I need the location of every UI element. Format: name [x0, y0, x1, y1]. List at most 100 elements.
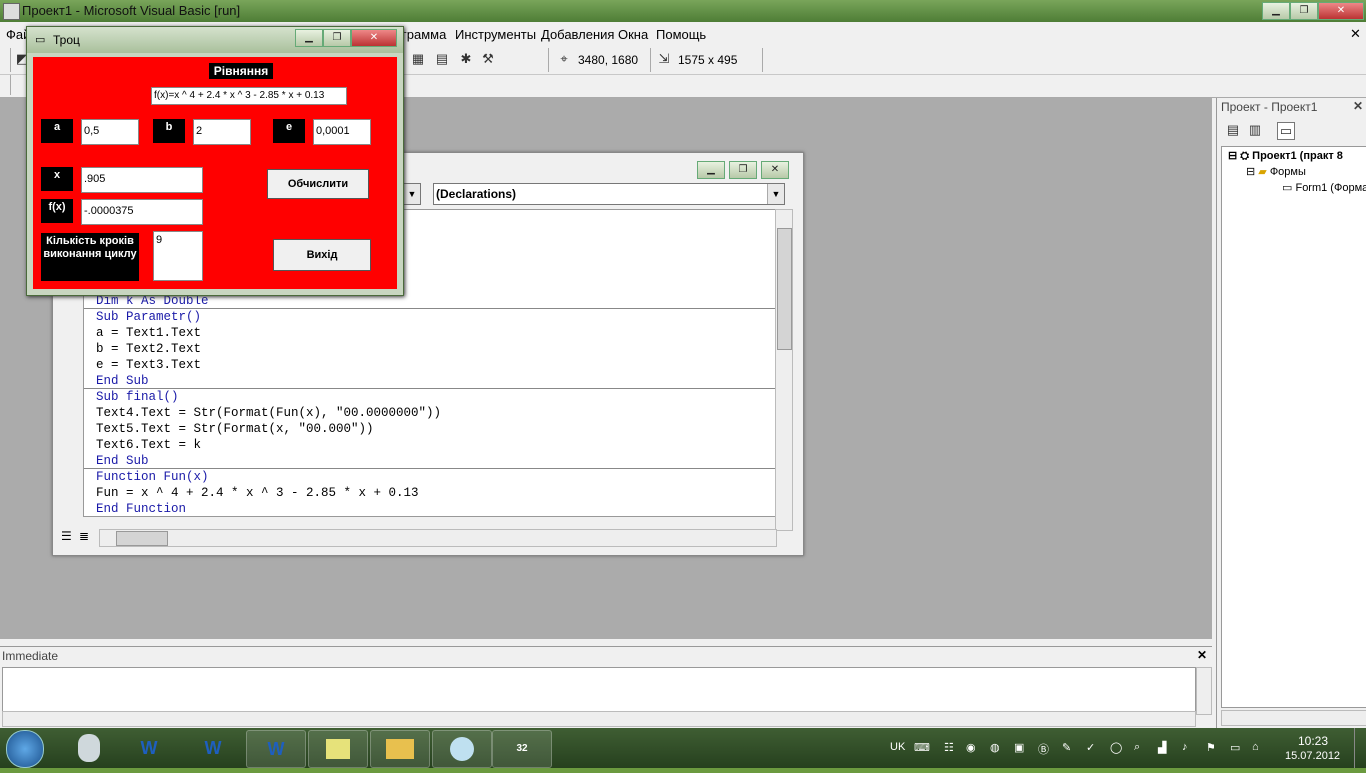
chrome-icon[interactable]: ◍ — [990, 741, 1000, 754]
code-close-button[interactable]: ✕ — [761, 161, 789, 179]
explorer-icon[interactable] — [370, 730, 430, 768]
project-tree: ⊟ ⛭ Проект1 (практ 8 ⊟ ▰ Формы ▭ Form1 (… — [1221, 146, 1366, 708]
word-icon[interactable]: W — [246, 730, 306, 768]
full-module-view-icon[interactable]: ≣ — [79, 529, 89, 543]
menu-addins[interactable]: Добавления — [541, 27, 614, 42]
toolbox-icon[interactable]: ✱ — [458, 51, 474, 67]
immediate-close-icon[interactable]: ✕ — [1197, 648, 1207, 662]
equation-label: f(x)=x ^ 4 + 2.4 * x ^ 3 - 2.85 * x + 0.… — [151, 87, 347, 105]
immediate-input[interactable] — [2, 667, 1196, 713]
immediate-title: Immediate — [2, 649, 59, 663]
menu-help[interactable]: Помощь — [656, 27, 706, 42]
object-browser-icon[interactable]: ▤ — [434, 51, 450, 67]
form-body: Рівняння f(x)=x ^ 4 + 2.4 * x ^ 3 - 2.85… — [33, 57, 397, 289]
folder-icon — [386, 739, 414, 759]
chevron-down-icon[interactable]: ▼ — [767, 184, 784, 204]
code-line: e = Text3.Text — [96, 358, 202, 372]
clock-date[interactable]: 15.07.2012 — [1285, 750, 1340, 762]
input-b[interactable]: 2 — [193, 119, 251, 145]
language-indicator[interactable]: UK — [890, 741, 905, 753]
view-object-icon[interactable]: ▥ — [1247, 122, 1263, 138]
label-x: x — [41, 167, 73, 191]
code-line: End Sub — [96, 374, 149, 388]
signal-icon[interactable]: ▟ — [1158, 741, 1166, 754]
start-button[interactable] — [6, 730, 44, 768]
code-hscrollbar[interactable] — [99, 529, 777, 547]
vk-icon[interactable]: Ⓑ — [1038, 741, 1049, 757]
tree-item-form1[interactable]: ▭ Form1 (Форма — [1282, 181, 1366, 194]
sticky-notes-icon[interactable] — [308, 730, 368, 768]
form-window: ▭ Троц ▁ ❐ ✕ Рівняння f(x)=x ^ 4 + 2.4 *… — [26, 26, 404, 296]
procedure-combo[interactable]: (Declarations) ▼ — [433, 183, 785, 205]
clock-time[interactable]: 10:23 — [1298, 734, 1328, 748]
app-icon[interactable] — [3, 3, 20, 20]
code-line: Text6.Text = k — [96, 438, 202, 452]
word-icon[interactable]: W — [184, 730, 242, 766]
input-a[interactable]: 0,5 — [81, 119, 139, 145]
menu-program[interactable]: грамма — [402, 27, 446, 42]
immediate-vscrollbar[interactable] — [1196, 667, 1212, 715]
vb6-label: 32 — [516, 743, 528, 754]
tree-item-forms[interactable]: ⊟ ▰ Формы — [1246, 165, 1306, 178]
output-steps[interactable]: 9 — [153, 231, 203, 281]
form-maximize-button[interactable]: ❐ — [323, 29, 351, 47]
keyboard-icon[interactable]: ⌨ — [914, 741, 930, 754]
code-line: Sub Parametr() — [96, 310, 202, 324]
compute-button[interactable]: Обчислити — [267, 169, 369, 199]
tree-item-project[interactable]: ⊟ ⛭ Проект1 (практ 8 — [1228, 149, 1343, 163]
form-icon[interactable]: ▭ — [35, 33, 45, 46]
volume-icon[interactable]: ♪ — [1182, 741, 1188, 753]
paint-icon[interactable] — [432, 730, 492, 768]
mic-icon[interactable]: ⌕ — [1134, 741, 1140, 754]
output-fx[interactable]: -.0000375 — [81, 199, 203, 225]
word-icon[interactable]: W — [120, 730, 178, 766]
exit-button[interactable]: Вихід — [273, 239, 371, 271]
scroll-thumb[interactable] — [116, 531, 168, 546]
minimize-button[interactable]: ▁ — [1262, 2, 1290, 20]
immediate-hscrollbar[interactable] — [2, 711, 1196, 727]
form-close-button[interactable]: ✕ — [351, 29, 397, 47]
code-vscrollbar[interactable] — [775, 209, 793, 531]
position-readout: 3480, 1680 — [578, 53, 639, 67]
code-minimize-button[interactable]: ▁ — [697, 161, 725, 179]
code-line: End Function — [96, 502, 187, 516]
wand-icon[interactable]: ✎ — [1062, 741, 1071, 754]
tools-icon[interactable]: ⚒ — [480, 51, 496, 67]
input-e[interactable]: 0,0001 — [313, 119, 371, 145]
mdi-close-icon[interactable]: ✕ — [1350, 26, 1361, 42]
scroll-thumb[interactable] — [777, 228, 792, 350]
chevron-down-icon[interactable]: ▼ — [403, 184, 420, 204]
immediate-window: Immediate ✕ — [0, 646, 1212, 729]
menu-tools[interactable]: Инструменты — [455, 27, 536, 42]
code-line: Function Fun(x) — [96, 470, 209, 484]
show-desktop-button[interactable] — [1354, 728, 1366, 768]
update-icon[interactable]: ✓ — [1086, 741, 1095, 754]
language-tray-icon[interactable]: ⌂ — [1252, 741, 1259, 753]
close-button[interactable]: ✕ — [1318, 2, 1364, 20]
view-code-icon[interactable]: ▤ — [1225, 122, 1241, 138]
flag-icon[interactable]: ⚑ — [1206, 741, 1216, 754]
menu-window[interactable]: Окна — [618, 27, 648, 42]
label-a: a — [41, 119, 73, 143]
project-explorer: Проект - Проект1 ✕ ▤ ▥ ▭ ⊟ ⛭ Проект1 (пр… — [1216, 98, 1366, 728]
code-line: Fun = x ^ 4 + 2.4 * x ^ 3 - 2.85 * x + 0… — [96, 486, 419, 500]
network-icon[interactable]: ☷ — [944, 741, 954, 754]
project-close-icon[interactable]: ✕ — [1353, 99, 1363, 113]
project-hscrollbar[interactable] — [1221, 710, 1366, 726]
security-icon[interactable]: ▣ — [1014, 741, 1024, 754]
skype-icon[interactable]: ◉ — [966, 741, 976, 754]
toggle-folders-icon[interactable]: ▭ — [1277, 122, 1295, 140]
label-steps: Кількість кроків виконання циклу — [41, 233, 139, 281]
opera-icon[interactable]: ◯ — [1110, 741, 1122, 754]
form-minimize-button[interactable]: ▁ — [295, 29, 323, 47]
procedure-separator — [84, 388, 776, 389]
maximize-button[interactable]: ❐ — [1290, 2, 1318, 20]
vb6-icon[interactable]: 32 — [492, 730, 552, 768]
code-maximize-button[interactable]: ❐ — [729, 161, 757, 179]
display-icon[interactable]: ▭ — [1230, 741, 1240, 754]
webcam-icon[interactable] — [78, 734, 100, 762]
procedure-view-icon[interactable]: ☰ — [61, 529, 72, 543]
form-layout-icon[interactable]: ▦ — [410, 51, 426, 67]
output-x[interactable]: .905 — [81, 167, 203, 193]
taskbar: W W W 32 UK ⌨ ☷ ◉ ◍ ▣ Ⓑ ✎ ✓ ◯ ⌕ ▟ ♪ ⚑ ▭ … — [0, 728, 1366, 768]
